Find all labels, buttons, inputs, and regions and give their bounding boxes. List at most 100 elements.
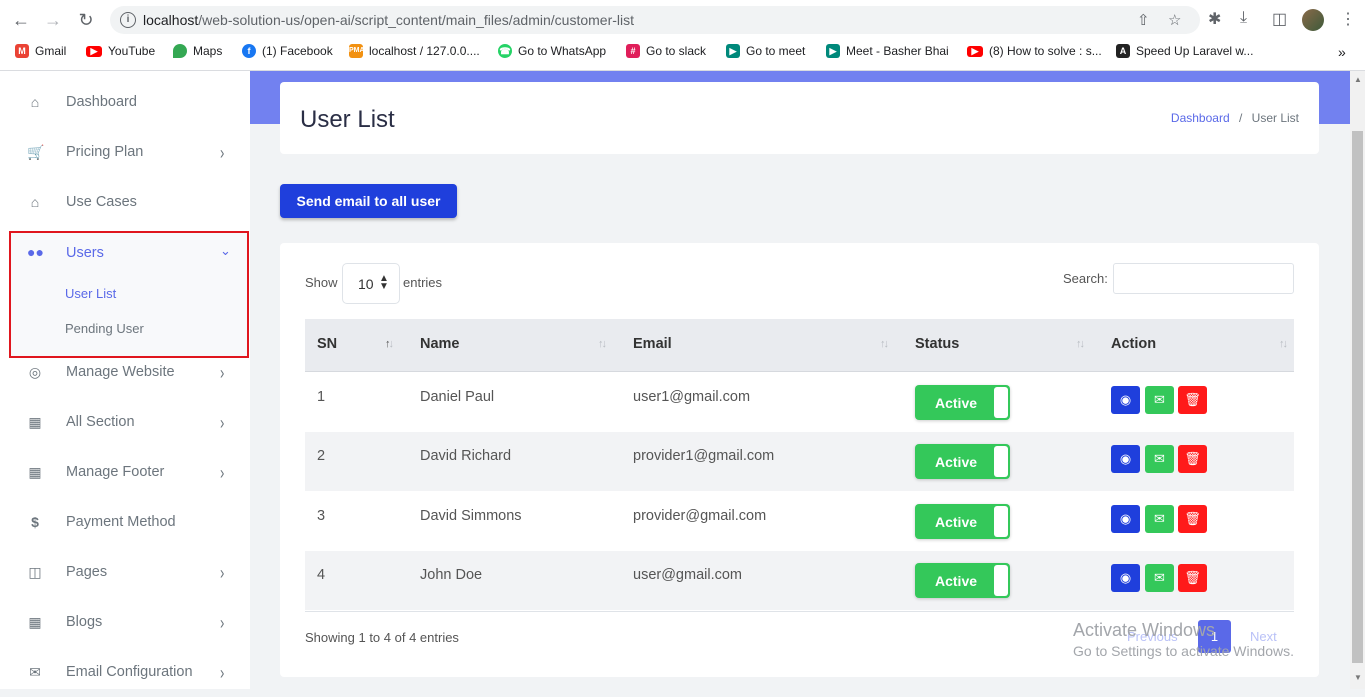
breadcrumb-current: User List xyxy=(1251,111,1299,125)
sidebar: ⌂ Dashboard 🛒 Pricing Plan › ⌂ Use Cases… xyxy=(0,71,250,689)
chevron-right-icon: › xyxy=(220,561,225,583)
sidebar-item-manage-footer[interactable]: ▦ Manage Footer › xyxy=(0,447,250,497)
bookmark-star-icon[interactable]: ☆ xyxy=(1168,11,1181,29)
sidebar-item-pricing-plan[interactable]: 🛒 Pricing Plan › xyxy=(0,127,250,177)
grid-icon: ▦ xyxy=(28,413,42,430)
bookmark-whatsapp[interactable]: ☎ Go to WhatsApp xyxy=(498,44,606,58)
bookmark-meet-basher[interactable]: ▶ Meet - Basher Bhai xyxy=(826,44,949,58)
search-label: Search: xyxy=(1063,271,1108,286)
status-toggle[interactable]: Active xyxy=(915,563,1010,598)
download-icon[interactable]: ⤓ xyxy=(1240,9,1247,27)
email-button[interactable]: ✉ xyxy=(1145,564,1174,592)
sidebar-item-all-section[interactable]: ▦ All Section › xyxy=(0,397,250,447)
cell-email: provider1@gmail.com xyxy=(633,448,775,464)
email-button[interactable]: ✉ xyxy=(1145,505,1174,533)
breadcrumb-link-dashboard[interactable]: Dashboard xyxy=(1171,111,1230,125)
status-toggle[interactable]: Active xyxy=(915,385,1010,420)
view-button[interactable]: ◉ xyxy=(1111,386,1140,414)
sort-icon[interactable]: ↑↓ xyxy=(880,338,889,350)
cell-name: David Richard xyxy=(420,448,512,464)
sort-icon[interactable]: ↑↓ xyxy=(385,338,394,350)
forward-icon[interactable]: → xyxy=(42,9,64,31)
email-button[interactable]: ✉ xyxy=(1145,445,1174,473)
column-header-sn[interactable]: SN xyxy=(317,336,337,352)
sidebar-item-payment-method[interactable]: $ Payment Method xyxy=(0,497,250,547)
sidebar-item-label: Pages xyxy=(66,564,108,580)
more-bookmarks-icon[interactable]: » xyxy=(1338,44,1346,60)
share-icon[interactable]: ⇧ xyxy=(1137,11,1150,29)
status-label: Active xyxy=(935,395,978,411)
cart-icon: 🛒 xyxy=(27,143,45,160)
bookmark-meet[interactable]: ▶ Go to meet xyxy=(726,44,805,58)
bookmark-youtube-how-to[interactable]: ▶ (8) How to solve : s... xyxy=(967,44,1102,58)
bookmark-facebook[interactable]: f (1) Facebook xyxy=(242,44,333,58)
column-header-email[interactable]: Email xyxy=(633,336,672,352)
trash-icon: 🗑 xyxy=(1184,511,1201,526)
maps-icon xyxy=(173,44,187,58)
breadcrumb-separator: / xyxy=(1238,111,1243,125)
eye-icon: ◉ xyxy=(1119,570,1132,585)
sidebar-item-pages[interactable]: ◫ Pages › xyxy=(0,547,250,597)
view-button[interactable]: ◉ xyxy=(1111,505,1140,533)
youtube-icon: ▶ xyxy=(967,45,983,57)
side-panel-icon[interactable]: ◫ xyxy=(1272,9,1287,29)
email-button[interactable]: ✉ xyxy=(1145,386,1174,414)
sidebar-item-users[interactable]: ●● Users ⌄ xyxy=(11,233,247,273)
bookmark-slack[interactable]: # Go to slack xyxy=(626,44,706,58)
cell-name: David Simmons xyxy=(420,508,522,524)
profile-avatar[interactable] xyxy=(1302,9,1324,31)
cell-email: user@gmail.com xyxy=(633,567,742,583)
bookmark-maps[interactable]: Maps xyxy=(173,44,222,58)
search-input[interactable] xyxy=(1113,263,1294,294)
table-row: 2 David Richard provider1@gmail.com Acti… xyxy=(305,432,1294,491)
page-scrollbar[interactable]: ▲ ▼ xyxy=(1350,71,1365,689)
status-toggle[interactable]: Active xyxy=(915,444,1010,479)
scroll-up-icon[interactable]: ▲ xyxy=(1354,75,1362,84)
column-header-name[interactable]: Name xyxy=(420,336,460,352)
view-button[interactable]: ◉ xyxy=(1111,445,1140,473)
send-email-all-button[interactable]: Send email to all user xyxy=(280,184,457,218)
bookmark-youtube[interactable]: ▶ YouTube xyxy=(86,44,155,58)
delete-button[interactable]: 🗑 xyxy=(1178,564,1207,592)
sort-icon[interactable]: ↑↓ xyxy=(598,338,607,350)
status-toggle[interactable]: Active xyxy=(915,504,1010,539)
bookmark-label: Go to WhatsApp xyxy=(518,44,607,58)
bookmark-laravel[interactable]: A Speed Up Laravel w... xyxy=(1116,44,1253,58)
trash-icon: 🗑 xyxy=(1184,451,1201,466)
breadcrumb: Dashboard / User List xyxy=(1171,111,1299,125)
view-button[interactable]: ◉ xyxy=(1111,564,1140,592)
sidebar-item-label: All Section xyxy=(66,414,135,430)
sidebar-item-dashboard[interactable]: ⌂ Dashboard xyxy=(0,77,250,127)
column-header-status[interactable]: Status xyxy=(915,336,959,352)
reload-icon[interactable]: ↻ xyxy=(75,9,97,31)
url-text[interactable]: localhost/web-solution-us/open-ai/script… xyxy=(143,12,634,28)
sidebar-subitem-pending-user[interactable]: Pending User xyxy=(65,321,144,336)
sidebar-subitem-user-list[interactable]: User List xyxy=(65,286,116,301)
url-host: localhost xyxy=(143,12,199,28)
sidebar-item-email-configuration[interactable]: ✉ Email Configuration › xyxy=(0,647,250,697)
delete-button[interactable]: 🗑 xyxy=(1178,386,1207,414)
chevron-right-icon: › xyxy=(220,661,225,683)
delete-button[interactable]: 🗑 xyxy=(1178,505,1207,533)
page-length-value: 10 xyxy=(358,276,374,292)
bookmark-phpmyadmin[interactable]: PMA localhost / 127.0.0.... xyxy=(349,44,480,58)
menu-kebab-icon[interactable]: ⋮ xyxy=(1340,9,1356,29)
scroll-down-icon[interactable]: ▼ xyxy=(1354,673,1362,682)
scroll-thumb[interactable] xyxy=(1352,131,1363,663)
chevron-right-icon: › xyxy=(220,361,225,383)
sort-icon[interactable]: ↑↓ xyxy=(1279,338,1288,350)
bookmark-gmail[interactable]: M Gmail xyxy=(15,44,66,58)
page-length-select[interactable]: 10 ▲ ▼ xyxy=(342,263,400,304)
sort-icon[interactable]: ↑↓ xyxy=(1076,338,1085,350)
bookmark-label: Maps xyxy=(193,44,223,58)
address-bar[interactable]: i localhost/web-solution-us/open-ai/scri… xyxy=(110,6,1200,34)
extensions-icon[interactable]: ✱ xyxy=(1208,9,1221,29)
bookmark-label: Speed Up Laravel w... xyxy=(1136,44,1254,58)
sidebar-item-blogs[interactable]: ▦ Blogs › xyxy=(0,597,250,647)
grid-icon: ▦ xyxy=(28,463,42,480)
site-info-icon[interactable]: i xyxy=(120,12,136,28)
delete-button[interactable]: 🗑 xyxy=(1178,445,1207,473)
back-icon[interactable]: ← xyxy=(10,9,32,31)
column-header-action[interactable]: Action xyxy=(1111,336,1156,352)
sidebar-item-use-cases[interactable]: ⌂ Use Cases xyxy=(0,177,250,227)
